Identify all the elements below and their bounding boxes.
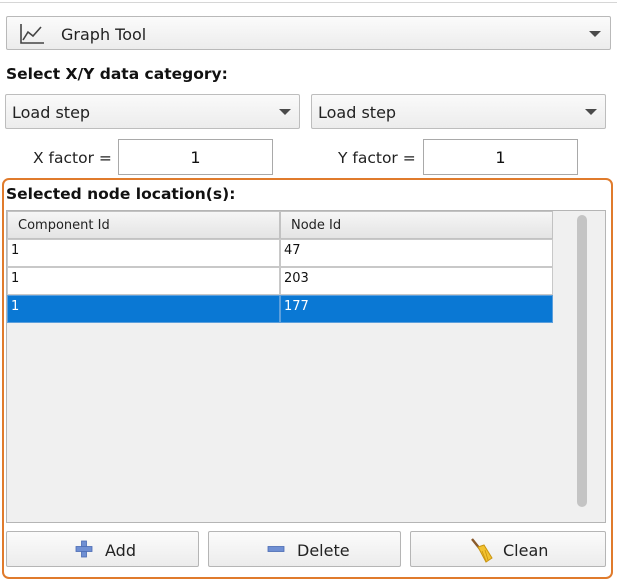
- table-row-selected[interactable]: 1 177: [7, 295, 553, 323]
- node-id-cell[interactable]: 47: [280, 239, 553, 267]
- component-id-cell[interactable]: 1: [7, 239, 280, 267]
- component-id-cell[interactable]: 1: [7, 267, 280, 295]
- node-table: Component Id Node Id 1 47 1 203 1 177: [6, 210, 606, 523]
- broom-icon: [469, 537, 493, 567]
- node-section-title: Selected node location(s):: [6, 185, 236, 203]
- table-header: Component Id Node Id: [7, 211, 553, 239]
- tool-selector-label: Graph Tool: [61, 25, 147, 44]
- line-chart-icon: [19, 23, 45, 45]
- add-button[interactable]: Add: [6, 531, 199, 567]
- minus-icon: [267, 540, 285, 562]
- table-row[interactable]: 1 47: [7, 239, 553, 267]
- column-header-node-id[interactable]: Node Id: [280, 211, 553, 239]
- clean-button[interactable]: Clean: [410, 531, 606, 567]
- plus-icon: [75, 540, 93, 562]
- x-factor-label: X factor =: [33, 149, 112, 167]
- delete-button[interactable]: Delete: [208, 531, 401, 567]
- column-header-component-id[interactable]: Component Id: [7, 211, 280, 239]
- chevron-down-icon: [585, 109, 597, 115]
- x-category-value: Load step: [12, 103, 91, 122]
- y-category-value: Load step: [318, 103, 397, 122]
- add-button-label: Add: [105, 541, 136, 560]
- component-id-cell[interactable]: 1: [7, 295, 280, 323]
- x-category-dropdown[interactable]: Load step: [5, 94, 300, 129]
- table-body: 1 47 1 203 1 177: [7, 239, 553, 323]
- clean-button-label: Clean: [503, 541, 549, 560]
- chevron-down-icon: [279, 109, 291, 115]
- x-factor-input[interactable]: [118, 139, 273, 175]
- y-factor-label: Y factor =: [338, 149, 416, 167]
- y-category-dropdown[interactable]: Load step: [311, 94, 606, 129]
- y-factor-input[interactable]: [423, 139, 578, 175]
- top-divider: [0, 2, 617, 3]
- chevron-down-icon: [589, 31, 601, 37]
- node-id-cell[interactable]: 203: [280, 267, 553, 295]
- category-section-title: Select X/Y data category:: [6, 65, 228, 83]
- tool-selector-dropdown[interactable]: Graph Tool: [6, 16, 611, 50]
- node-id-cell[interactable]: 177: [280, 295, 553, 323]
- vertical-scrollbar[interactable]: [577, 215, 587, 507]
- table-row[interactable]: 1 203: [7, 267, 553, 295]
- delete-button-label: Delete: [297, 541, 350, 560]
